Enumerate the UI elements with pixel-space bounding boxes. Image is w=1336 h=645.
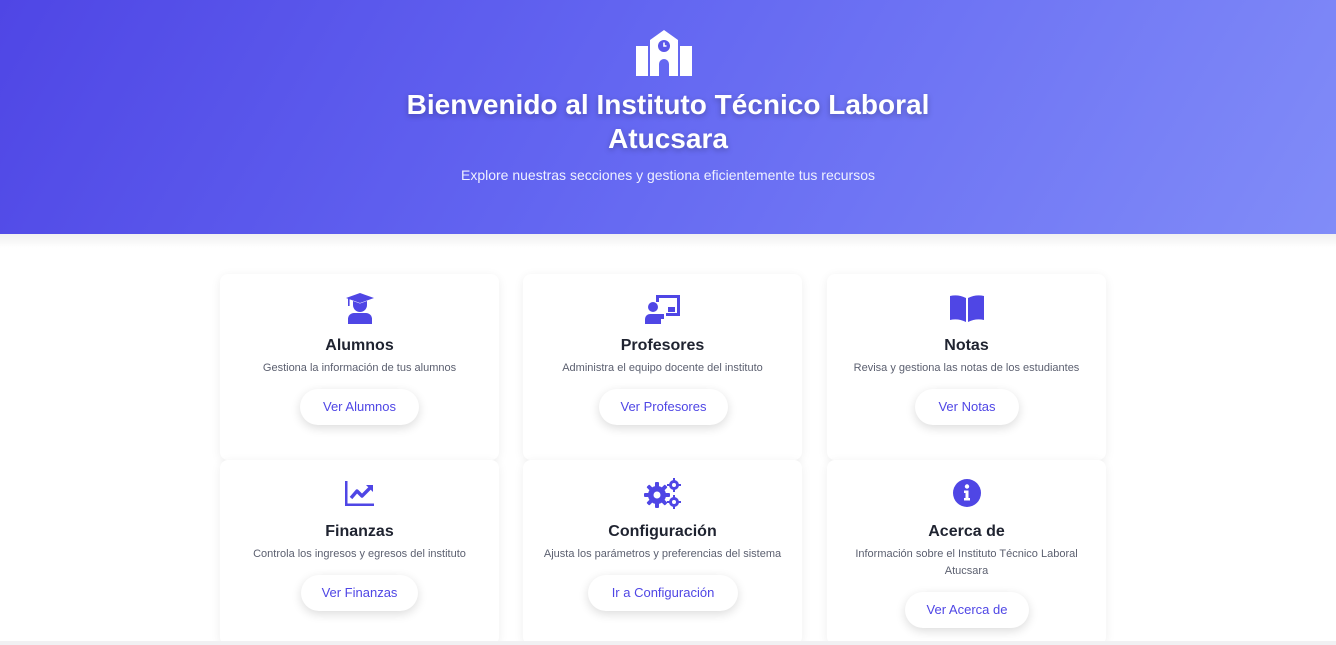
card-description: Ajusta los parámetros y preferencias del… bbox=[543, 548, 782, 560]
hero-banner: Bienvenido al Instituto Técnico Laboral … bbox=[0, 0, 1336, 234]
ver-profesores-button[interactable]: Ver Profesores bbox=[599, 389, 728, 425]
card-configuracion: Configuración Ajusta los parámetros y pr… bbox=[523, 460, 802, 645]
card-description: Gestiona la información de tus alumnos bbox=[262, 362, 457, 374]
card-title: Notas bbox=[944, 337, 989, 354]
school-icon bbox=[636, 30, 692, 76]
card-description: Administra el equipo docente del institu… bbox=[562, 362, 763, 374]
page-title: Bienvenido al Instituto Técnico Laboral … bbox=[406, 89, 930, 154]
ver-acerca-de-button[interactable]: Ver Acerca de bbox=[905, 592, 1029, 628]
gears-icon bbox=[643, 478, 681, 509]
card-finanzas: Finanzas Controla los ingresos y egresos… bbox=[220, 460, 499, 645]
card-title: Alumnos bbox=[325, 337, 394, 354]
card-description: Revisa y gestiona las notas de los estud… bbox=[853, 362, 1080, 374]
card-title: Profesores bbox=[620, 337, 705, 354]
page-bottom-edge bbox=[0, 641, 1336, 645]
card-profesores: Profesores Administra el equipo docente … bbox=[523, 274, 802, 460]
book-icon bbox=[949, 295, 984, 322]
ver-finanzas-button[interactable]: Ver Finanzas bbox=[301, 575, 418, 611]
teacher-icon bbox=[644, 295, 680, 324]
card-title: Finanzas bbox=[325, 523, 394, 540]
chart-line-icon bbox=[344, 481, 374, 506]
page-subtitle: Explore nuestras secciones y gestiona ef… bbox=[461, 167, 875, 183]
ver-alumnos-button[interactable]: Ver Alumnos bbox=[300, 389, 419, 425]
card-alumnos: Alumnos Gestiona la información de tus a… bbox=[220, 274, 499, 460]
card-acerca-de: Acerca de Información sobre el Instituto… bbox=[827, 460, 1106, 645]
ver-notas-button[interactable]: Ver Notas bbox=[915, 389, 1019, 425]
card-description: Información sobre el Instituto Técnico L… bbox=[855, 548, 1078, 577]
hero-shadow bbox=[0, 234, 1336, 248]
card-notas: Notas Revisa y gestiona las notas de los… bbox=[827, 274, 1106, 460]
card-title: Configuración bbox=[608, 523, 717, 540]
graduate-icon bbox=[345, 293, 374, 324]
card-title: Acerca de bbox=[928, 523, 1005, 540]
card-description: Controla los ingresos y egresos del inst… bbox=[253, 548, 466, 560]
ir-a-configuracion-button[interactable]: Ir a Configuración bbox=[588, 575, 738, 611]
info-icon bbox=[952, 479, 981, 507]
